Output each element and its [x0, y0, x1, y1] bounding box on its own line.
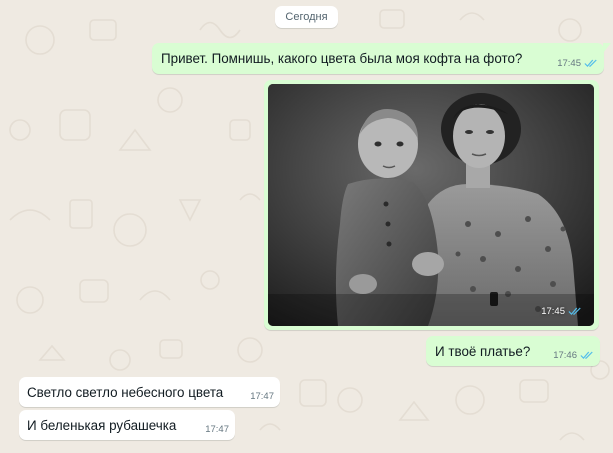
bubble-tail — [603, 43, 611, 53]
date-separator: Сегодня — [275, 6, 338, 28]
message-time: 17:45 — [541, 306, 565, 317]
message-text: И твоё платье? — [435, 344, 531, 359]
incoming-message[interactable]: Светло светло небесного цвета 17:47 — [19, 377, 280, 407]
double-check-icon — [580, 351, 593, 360]
message-text: И беленькая рубашечка — [27, 418, 177, 433]
outgoing-photo-message[interactable]: 17:45 — [264, 80, 599, 330]
outgoing-message[interactable]: И твоё платье? 17:46 — [426, 336, 600, 366]
message-text: Светло светло небесного цвета — [27, 385, 224, 400]
incoming-message[interactable]: И беленькая рубашечка 17:47 — [19, 410, 235, 440]
message-time: 17:46 — [553, 350, 577, 361]
vintage-photo-illustration — [268, 84, 594, 326]
double-check-icon — [568, 307, 581, 316]
message-meta: 17:47 — [250, 391, 274, 402]
outgoing-message[interactable]: Привет. Помнишь, какого цвета была моя к… — [152, 43, 611, 74]
message-text: Привет. Помнишь, какого цвета была моя к… — [161, 51, 523, 66]
message-meta: 17:45 — [541, 306, 582, 317]
message-time: 17:47 — [250, 391, 274, 402]
message-meta: 17:45 — [557, 58, 598, 69]
message-meta: 17:47 — [205, 424, 229, 435]
photo-image[interactable]: 17:45 — [268, 84, 594, 326]
message-meta: 17:46 — [553, 350, 594, 361]
message-time: 17:45 — [557, 58, 581, 69]
message-time: 17:47 — [205, 424, 229, 435]
double-check-icon — [584, 59, 597, 68]
